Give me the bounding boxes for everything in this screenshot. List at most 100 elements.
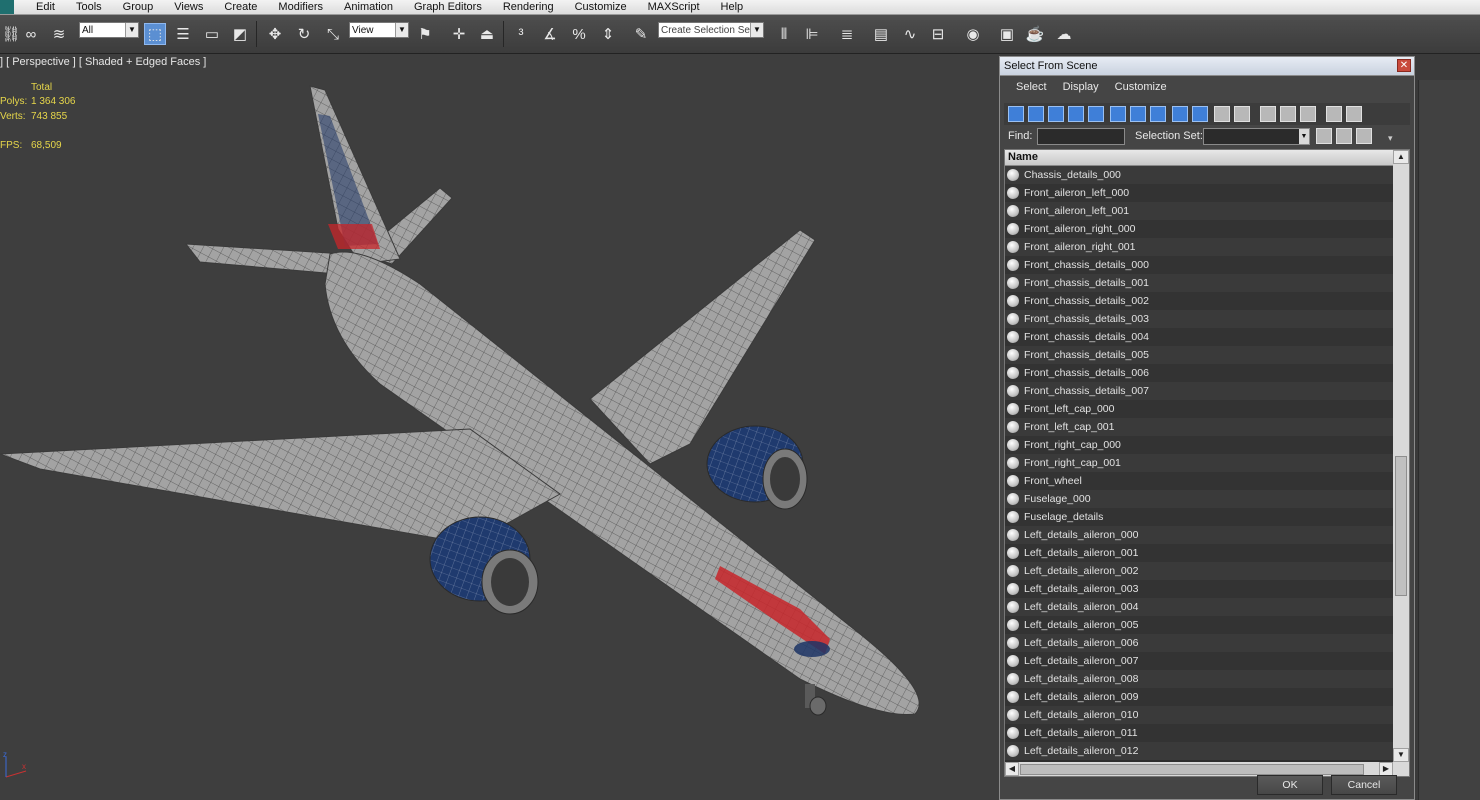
display-bones-icon[interactable] [1172, 106, 1188, 122]
reference-coord-dropdown[interactable]: View ▼ [349, 22, 409, 38]
select-by-name-icon[interactable]: ☰ [172, 23, 194, 45]
object-list[interactable]: Name Chassis_details_000 Front_aileron_le… [1004, 149, 1410, 777]
named-selection-sets-dropdown[interactable]: Create Selection Se ▼ [658, 22, 764, 38]
filter-options-icon[interactable] [1346, 106, 1362, 122]
list-item[interactable]: Front_left_cap_000 [1005, 400, 1393, 418]
viewport-label[interactable]: ] [ Perspective ] [ Shaded + Edged Faces… [0, 56, 206, 68]
percent-snap-icon[interactable]: % [568, 23, 590, 45]
display-groups-icon[interactable] [1130, 106, 1146, 122]
close-icon[interactable]: ✕ [1397, 59, 1411, 72]
menu-animation[interactable]: Animation [334, 0, 404, 14]
list-item[interactable]: Front_aileron_left_001 [1005, 202, 1393, 220]
pivot-center-icon[interactable]: ⚑ [414, 23, 436, 45]
vertical-scrollbar[interactable]: ▲ ▼ [1393, 150, 1409, 762]
list-item[interactable]: Front_left_cap_001 [1005, 418, 1393, 436]
material-editor-icon[interactable]: ◉ [962, 23, 984, 45]
selection-filter-dropdown[interactable]: All ▼ [79, 22, 139, 38]
display-helpers-icon[interactable] [1088, 106, 1104, 122]
list-item[interactable]: Front_chassis_details_000 [1005, 256, 1393, 274]
list-item[interactable]: Front_aileron_right_001 [1005, 238, 1393, 256]
display-shapes-icon[interactable] [1028, 106, 1044, 122]
list-item[interactable]: Front_chassis_details_006 [1005, 364, 1393, 382]
rotate-icon[interactable]: ↻ [293, 23, 315, 45]
render-production-icon[interactable]: ☁ [1053, 23, 1075, 45]
list-item[interactable]: Fuselage_000 [1005, 490, 1393, 508]
rectangular-selection-icon[interactable]: ▭ [201, 23, 223, 45]
list-item[interactable]: Left_details_aileron_010 [1005, 706, 1393, 724]
vertical-scroll-thumb[interactable] [1395, 456, 1407, 596]
graphite-modeling-icon[interactable]: ▤ [870, 23, 892, 45]
display-cameras-icon[interactable] [1068, 106, 1084, 122]
display-invert-icon[interactable] [1300, 106, 1316, 122]
edit-named-selection-icon[interactable]: ✎ [630, 23, 652, 45]
perspective-viewport[interactable]: ] [ Perspective ] [ Shaded + Edged Faces… [0, 54, 1000, 800]
list-item[interactable]: Left_details_aileron_000 [1005, 526, 1393, 544]
list-item[interactable]: Front_wheel [1005, 472, 1393, 490]
filter-icon[interactable] [1326, 106, 1342, 122]
display-hidden-icon[interactable] [1234, 106, 1250, 122]
window-crossing-icon[interactable]: ◩ [229, 23, 251, 45]
horizontal-scrollbar[interactable]: ◀ ▶ [1005, 762, 1409, 776]
list-item[interactable]: Front_chassis_details_007 [1005, 382, 1393, 400]
list-item[interactable]: Left_details_aileron_011 [1005, 724, 1393, 742]
scroll-left-icon[interactable]: ◀ [1005, 762, 1019, 776]
list-item[interactable]: Front_aileron_left_000 [1005, 184, 1393, 202]
list-item[interactable]: Left_details_aileron_006 [1005, 634, 1393, 652]
display-containers-icon[interactable] [1192, 106, 1208, 122]
menu-views[interactable]: Views [164, 0, 214, 14]
dialog-menu-display[interactable]: Display [1055, 81, 1107, 93]
list-item[interactable]: Left_details_aileron_004 [1005, 598, 1393, 616]
select-object-icon[interactable]: ⬚ [144, 23, 166, 45]
list-item[interactable]: Left_details_aileron_003 [1005, 580, 1393, 598]
list-item[interactable]: Left_details_aileron_009 [1005, 688, 1393, 706]
list-item[interactable]: Front_chassis_details_005 [1005, 346, 1393, 364]
list-item[interactable]: Front_right_cap_000 [1005, 436, 1393, 454]
list-item[interactable]: Fuselage_details [1005, 508, 1393, 526]
display-spacewarps-icon[interactable] [1110, 106, 1126, 122]
dialog-menu-select[interactable]: Select [1008, 81, 1055, 93]
link-icon[interactable]: ⛓ [0, 23, 22, 45]
curve-editor-icon[interactable]: ∿ [899, 23, 921, 45]
display-lights-icon[interactable] [1048, 106, 1064, 122]
align-icon[interactable]: ⊫ [801, 23, 823, 45]
scroll-right-icon[interactable]: ▶ [1379, 762, 1393, 776]
keyboard-shortcut-override-icon[interactable]: ⏏ [476, 23, 498, 45]
menu-modifiers[interactable]: Modifiers [268, 0, 334, 14]
selection-set-dropdown[interactable]: ▼ [1203, 128, 1310, 145]
add-to-selection-set-icon[interactable] [1336, 128, 1352, 144]
app-logo-icon[interactable] [0, 0, 14, 14]
scale-icon[interactable]: ⤡ [322, 23, 344, 45]
dialog-menu-customize[interactable]: Customize [1107, 81, 1175, 93]
create-selection-set-icon[interactable] [1316, 128, 1332, 144]
cancel-button[interactable]: Cancel [1331, 775, 1397, 795]
move-icon[interactable]: ✥ [264, 23, 286, 45]
expand-options-icon[interactable]: ▾ [1388, 133, 1393, 144]
menu-create[interactable]: Create [214, 0, 268, 14]
display-xrefs-icon[interactable] [1150, 106, 1166, 122]
list-item[interactable]: Front_chassis_details_004 [1005, 328, 1393, 346]
menu-edit[interactable]: Edit [26, 0, 66, 14]
list-item[interactable]: Left_details_aileron_008 [1005, 670, 1393, 688]
list-item[interactable]: Front_chassis_details_003 [1005, 310, 1393, 328]
display-all-icon[interactable] [1260, 106, 1276, 122]
render-setup-icon[interactable]: ▣ [996, 23, 1018, 45]
column-header-name[interactable]: Name [1005, 150, 1409, 166]
display-none-icon[interactable] [1280, 106, 1296, 122]
layer-manager-icon[interactable]: ≣ [836, 23, 858, 45]
menu-tools[interactable]: Tools [66, 0, 113, 14]
menu-help[interactable]: Help [711, 0, 755, 14]
find-input[interactable] [1037, 128, 1125, 145]
spinner-snap-icon[interactable]: ⇕ [597, 23, 619, 45]
mirror-icon[interactable]: ⫴ [773, 23, 795, 45]
select-manipulate-icon[interactable]: ✛ [448, 23, 470, 45]
list-item[interactable]: Left_details_aileron_005 [1005, 616, 1393, 634]
list-item[interactable]: Left_details_aileron_002 [1005, 562, 1393, 580]
horizontal-scroll-thumb[interactable] [1020, 764, 1364, 775]
list-item[interactable]: Left_details_aileron_007 [1005, 652, 1393, 670]
menu-maxscript[interactable]: MAXScript [638, 0, 711, 14]
menu-group[interactable]: Group [113, 0, 165, 14]
scroll-up-icon[interactable]: ▲ [1393, 150, 1409, 164]
list-item[interactable]: Chassis_details_000 [1005, 166, 1393, 184]
list-item[interactable]: Front_right_cap_001 [1005, 454, 1393, 472]
list-item[interactable]: Front_aileron_right_000 [1005, 220, 1393, 238]
